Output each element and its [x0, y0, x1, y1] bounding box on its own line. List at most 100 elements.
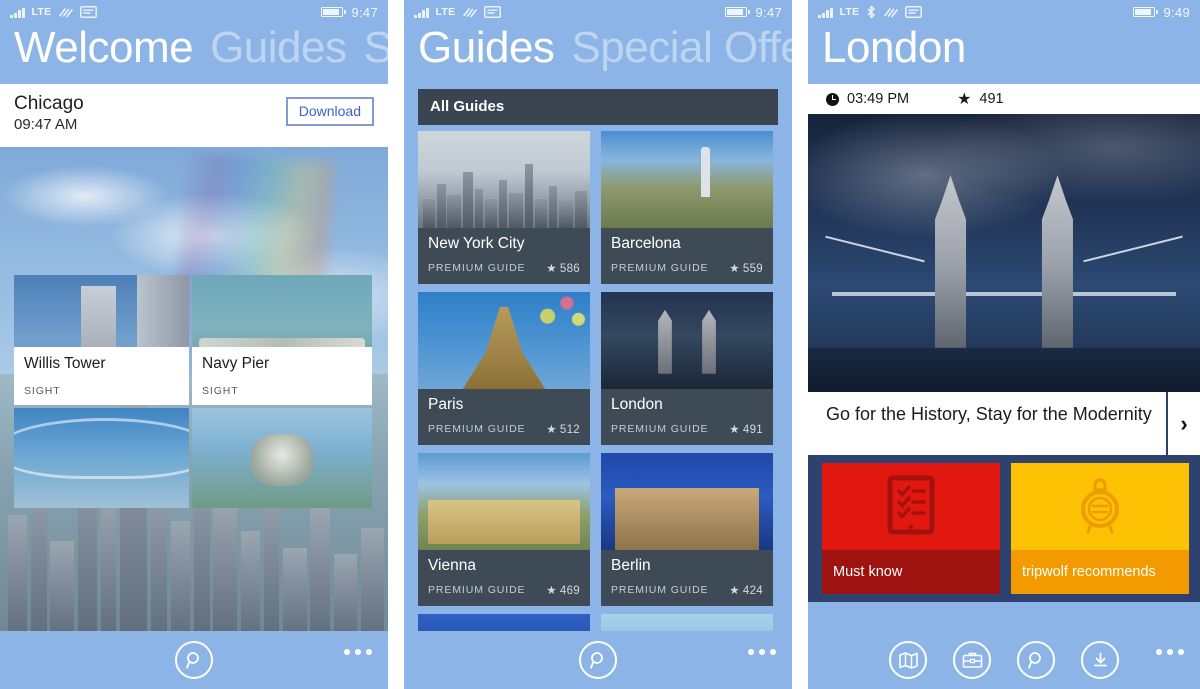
guide-card-new-york-city[interactable]: New York City PREMIUM GUIDE ★ 586 — [418, 131, 590, 285]
london-hero-image[interactable] — [808, 114, 1200, 393]
tile-label: Must know — [822, 549, 1000, 595]
status-clock: 9:47 — [351, 4, 378, 20]
pano-next-tab-special-offers[interactable]: Special Offe — [571, 24, 792, 71]
lte-label: LTE — [435, 6, 456, 18]
guide-rating: ★ 491 — [729, 422, 763, 436]
phone-screen-guides: LTE 9:47 Guides Special Offe All Guides — [404, 0, 792, 689]
pano-next-tab-guides[interactable]: Guides — [210, 24, 347, 71]
article-title: Go for the History, Stay for the Moderni… — [826, 404, 1152, 425]
clock-icon — [826, 92, 839, 106]
app-bar — [0, 631, 388, 689]
guide-card-barcelona[interactable]: Barcelona PREMIUM GUIDE ★ 559 — [601, 131, 773, 285]
city-name: Chicago — [14, 93, 84, 115]
download-button[interactable]: Download — [285, 97, 374, 127]
city-info-bar: 03:49 PM ★ 491 — [808, 84, 1200, 115]
download-icon[interactable] — [1081, 641, 1119, 679]
city-hub: Willis Tower SIGHT Navy Pier SIGHT — [0, 147, 388, 641]
wifi-icon — [58, 6, 74, 19]
search-icon[interactable] — [175, 641, 213, 679]
guide-card-vienna[interactable]: Vienna PREMIUM GUIDE ★ 469 — [418, 453, 590, 607]
section-header-all-guides: All Guides — [418, 89, 778, 126]
rating-value: 491 — [979, 91, 1004, 108]
star-icon: ★ — [729, 263, 740, 276]
status-clock: 9:49 — [1163, 4, 1190, 20]
tile-title: Navy Pier — [202, 355, 270, 373]
page-title: Guides — [418, 23, 555, 72]
map-icon[interactable] — [889, 641, 927, 679]
guide-title: Paris — [428, 396, 464, 414]
signal-bars-icon — [414, 7, 429, 18]
more-icon[interactable] — [344, 649, 372, 655]
battery-icon — [321, 7, 346, 17]
status-bar: LTE 9:49 — [808, 0, 1200, 24]
page-title: Welcome — [14, 23, 194, 72]
tile-title: Willis Tower — [24, 355, 106, 373]
guide-type: PREMIUM GUIDE — [611, 423, 709, 436]
page-title: London — [822, 23, 966, 72]
guide-rating: ★ 469 — [546, 583, 580, 597]
guide-rating-value: 512 — [559, 424, 580, 437]
sight-tile-grid: Willis Tower SIGHT Navy Pier SIGHT — [14, 275, 388, 511]
article-caption-bar[interactable]: Go for the History, Stay for the Moderni… — [808, 392, 1200, 456]
tile-label: tripwolf recommends — [1011, 549, 1189, 595]
current-city-row: Chicago 09:47 AM Download — [0, 84, 388, 148]
tile-willis-tower[interactable]: Willis Tower SIGHT — [14, 275, 189, 406]
signal-bars-icon — [10, 7, 25, 18]
sim-card-icon — [80, 6, 98, 18]
pano-next-tab-special[interactable]: Sp — [364, 24, 389, 71]
phone-screen-london-detail: LTE 9:49 London 03:49 PM ★ 491 Go for th… — [808, 0, 1200, 689]
guide-card-berlin[interactable]: Berlin PREMIUM GUIDE ★ 424 — [601, 453, 773, 607]
guide-rating: ★ 559 — [729, 261, 763, 275]
star-icon: ★ — [546, 585, 557, 598]
chevron-right-icon[interactable]: › — [1166, 392, 1200, 456]
search-icon[interactable] — [579, 641, 617, 679]
local-time-value: 03:49 PM — [847, 91, 910, 108]
status-clock: 9:47 — [755, 4, 782, 20]
app-bar — [808, 631, 1200, 689]
battery-icon — [1133, 7, 1158, 17]
more-icon[interactable] — [1156, 649, 1184, 655]
guide-title: Barcelona — [611, 235, 681, 253]
panorama-header: London — [808, 23, 1200, 85]
guide-rating-value: 424 — [742, 585, 763, 598]
guide-type: PREMIUM GUIDE — [428, 262, 526, 275]
tile-must-know[interactable]: Must know — [822, 463, 1000, 595]
panorama-header: Guides Special Offe — [404, 23, 792, 85]
guide-rating: ★ 424 — [729, 583, 763, 597]
tile-subtitle: SIGHT — [202, 385, 239, 398]
tile-subtitle: SIGHT — [24, 385, 61, 398]
guide-rating: ★ 512 — [546, 422, 580, 436]
star-icon: ★ — [546, 263, 557, 276]
guide-card-paris[interactable]: Paris PREMIUM GUIDE ★ 512 — [418, 292, 590, 446]
tile-navy-pier[interactable]: Navy Pier SIGHT — [192, 275, 372, 406]
guide-title: Vienna — [428, 557, 476, 575]
search-icon[interactable] — [1017, 641, 1055, 679]
tile-tripwolf-recommends[interactable]: tripwolf recommends — [1011, 463, 1189, 595]
star-icon: ★ — [729, 424, 740, 437]
tile-photo-bean[interactable] — [14, 408, 189, 509]
guide-rating-value: 559 — [742, 263, 763, 276]
lte-label: LTE — [31, 6, 52, 18]
status-bar: LTE 9:47 — [0, 0, 388, 24]
guide-title: London — [611, 396, 663, 414]
app-bar — [404, 631, 792, 689]
guide-type: PREMIUM GUIDE — [428, 584, 526, 597]
guide-rating-value: 469 — [559, 585, 580, 598]
wifi-icon — [883, 6, 899, 19]
tile-photo-fountain[interactable] — [192, 408, 372, 509]
sim-card-icon — [905, 6, 923, 18]
guides-list[interactable]: New York City PREMIUM GUIDE ★ 586 Barcelo… — [418, 131, 778, 637]
guide-type: PREMIUM GUIDE — [428, 423, 526, 436]
guide-type: PREMIUM GUIDE — [611, 584, 709, 597]
signal-bars-icon — [818, 7, 833, 18]
status-bar: LTE 9:47 — [404, 0, 792, 24]
star-icon: ★ — [729, 585, 740, 598]
guide-title: New York City — [428, 235, 525, 253]
guide-card-london[interactable]: London PREMIUM GUIDE ★ 491 — [601, 292, 773, 446]
briefcase-icon[interactable] — [953, 641, 991, 679]
guide-rating-value: 586 — [559, 263, 580, 276]
more-icon[interactable] — [748, 649, 776, 655]
screenshot-stage: LTE 9:47 Welcome Guides Sp Chicago — [0, 0, 1200, 689]
phone-screen-welcome: LTE 9:47 Welcome Guides Sp Chicago — [0, 0, 388, 689]
category-tiles: Must know tripwolf recommends — [808, 455, 1200, 603]
